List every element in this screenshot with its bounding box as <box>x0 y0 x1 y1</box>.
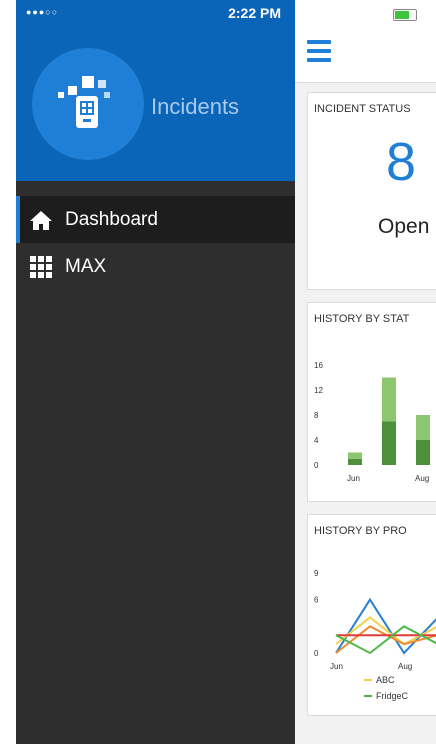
app-logo <box>32 48 144 160</box>
y-tick-label: 6 <box>314 596 319 605</box>
battery-icon <box>393 9 417 21</box>
bar <box>348 452 362 459</box>
y-tick-label: 0 <box>314 461 319 470</box>
nav-item-label: Dashboard <box>65 208 158 230</box>
incident-status-card[interactable]: INCIDENT STATUS 8 Open <box>307 92 436 290</box>
top-bar <box>295 30 436 83</box>
x-tick-label: Jun <box>347 474 360 483</box>
drawer-header: ●●●○○ 2:22 PM Incidents <box>16 0 295 181</box>
card-title: HISTORY BY PRO <box>314 525 407 537</box>
status-bar: ●●●○○ 2:22 PM <box>16 0 295 24</box>
y-tick-label: 16 <box>314 361 323 370</box>
status-bar-right <box>295 0 436 30</box>
signal-indicator: ●●●○○ <box>26 7 59 17</box>
history-by-status-card[interactable]: HISTORY BY STAT 0481216JunAugCLOSE <box>307 302 436 510</box>
bar <box>348 458 362 465</box>
product-line-chart: 0 6 9 Jun AugABC FridgeC <box>314 569 436 701</box>
nav-item-label: MAX <box>65 255 107 277</box>
y-tick-label: 8 <box>314 411 319 420</box>
y-tick-label: 9 <box>314 569 319 578</box>
bar <box>416 415 430 440</box>
open-label: Open <box>378 215 430 238</box>
legend-label: ABC <box>376 675 395 685</box>
nav-item-dashboard[interactable]: Dashboard <box>16 196 295 243</box>
clock: 2:22 PM <box>228 5 281 21</box>
incidents-logo-icon <box>58 76 110 128</box>
navigation-drawer: ●●●○○ 2:22 PM Incidents Dashboard MAX <box>16 0 295 744</box>
x-tick-label: Aug <box>415 474 429 483</box>
card-title: INCIDENT STATUS <box>314 103 411 115</box>
bar <box>416 440 430 465</box>
series-line <box>335 597 436 655</box>
x-tick-label: Aug <box>398 662 412 671</box>
drawer-nav: Dashboard MAX <box>16 196 295 290</box>
bar <box>382 377 396 422</box>
menu-icon[interactable] <box>307 40 331 62</box>
status-bar-chart: 0481216JunAugCLOSE <box>314 361 430 510</box>
bar <box>382 421 396 465</box>
home-icon <box>27 208 55 232</box>
app-name: Incidents <box>151 94 240 119</box>
open-count: 8 <box>386 132 417 192</box>
y-tick-label: 0 <box>314 649 319 658</box>
y-tick-label: 12 <box>314 386 323 395</box>
card-title: HISTORY BY STAT <box>314 313 410 325</box>
legend-label: FridgeC <box>376 691 409 701</box>
dashboard-main: INCIDENT STATUS 8 Open HISTORY BY STAT 0… <box>295 0 436 744</box>
history-by-product-card[interactable]: HISTORY BY PRO 0 6 9 Jun Aug ABC FridgeC <box>307 514 436 716</box>
nav-item-max[interactable]: MAX <box>16 243 295 290</box>
y-tick-label: 4 <box>314 436 319 445</box>
x-tick-label: Jun <box>330 662 343 671</box>
grid-icon <box>27 255 55 279</box>
